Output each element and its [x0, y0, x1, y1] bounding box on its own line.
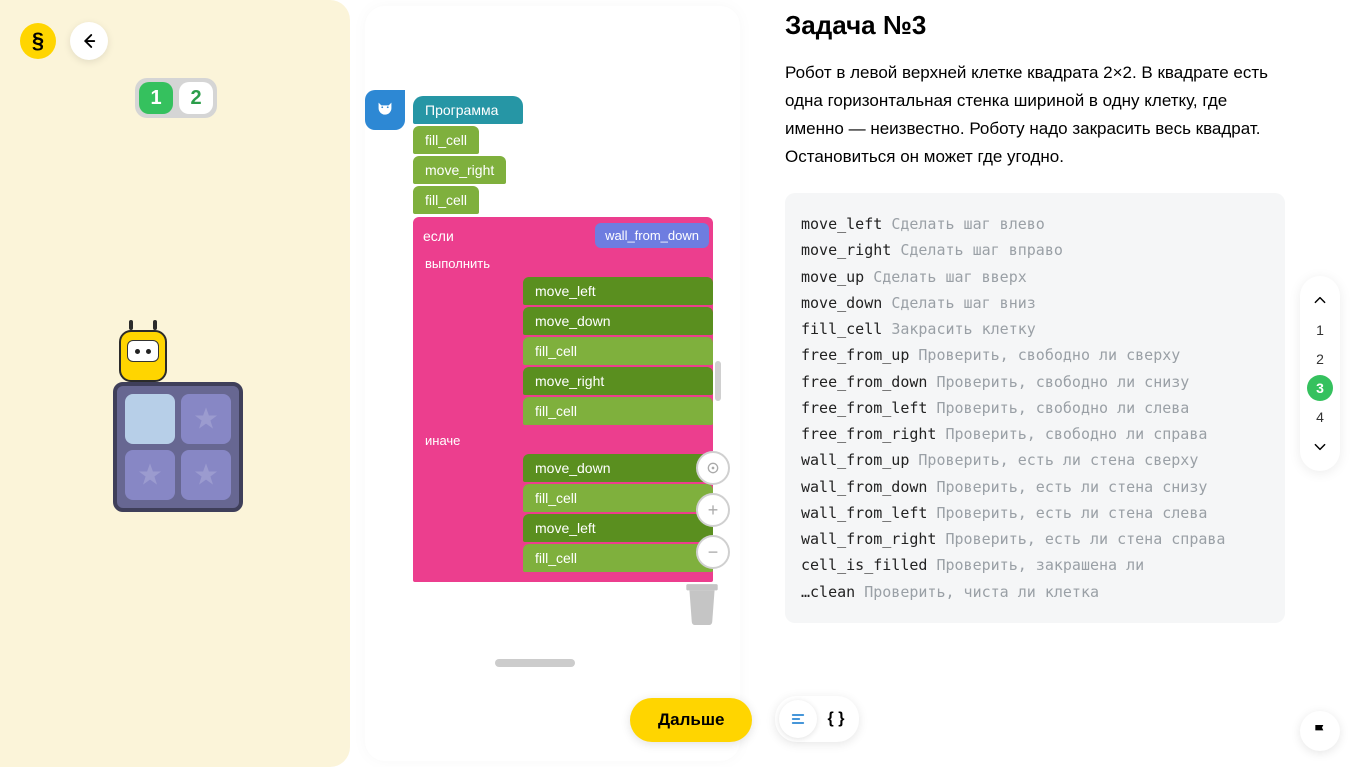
trash-button[interactable] [682, 581, 722, 625]
reference-line: wall_from_down Проверить, есть ли стена … [801, 474, 1269, 500]
code-panel: Программа fill_cellmove_rightfill_cell е… [365, 6, 740, 761]
action-block[interactable]: move_right [523, 367, 713, 395]
reference-line: wall_from_up Проверить, есть ли стена св… [801, 447, 1269, 473]
back-button[interactable] [70, 22, 108, 60]
zoom-in-button[interactable]: + [696, 493, 730, 527]
task-title: Задача №3 [785, 10, 1285, 41]
reference-line: free_from_up Проверить, свободно ли свер… [801, 342, 1269, 368]
step-pill-2[interactable]: 2 [179, 82, 213, 114]
zoom-out-button[interactable]: − [696, 535, 730, 569]
reference-line: free_from_left Проверить, свободно ли сл… [801, 395, 1269, 421]
action-block[interactable]: fill_cell [413, 126, 479, 154]
nav-task-1[interactable]: 1 [1307, 317, 1333, 343]
reference-line: move_left Сделать шаг влево [801, 211, 1269, 237]
action-block[interactable]: move_left [523, 277, 713, 305]
reference-line: …clean Проверить, чиста ли клетка [801, 579, 1269, 605]
stage-panel: § 1 2 [0, 0, 350, 767]
reference-line: move_up Сделать шаг вверх [801, 264, 1269, 290]
reference-line: move_down Сделать шаг вниз [801, 290, 1269, 316]
reference-line: free_from_right Проверить, свободно ли с… [801, 421, 1269, 447]
robot-icon [119, 330, 167, 392]
command-reference: move_left Сделать шаг влевоmove_right Сд… [785, 193, 1285, 623]
trash-icon [682, 581, 722, 625]
action-block[interactable]: fill_cell [413, 186, 479, 214]
robot-stage [113, 330, 253, 512]
action-block[interactable]: move_left [523, 514, 713, 542]
if-keyword: если [423, 228, 454, 244]
report-button[interactable] [1300, 711, 1340, 751]
action-block[interactable]: fill_cell [523, 484, 713, 512]
action-block[interactable]: fill_cell [523, 397, 713, 425]
nav-task-3[interactable]: 3 [1307, 375, 1333, 401]
cat-add-icon [374, 99, 396, 121]
nav-up-button[interactable] [1305, 286, 1335, 314]
reference-line: wall_from_right Проверить, есть ли стена… [801, 526, 1269, 552]
reference-line: fill_cell Закрасить клетку [801, 316, 1269, 342]
else-keyword: иначе [413, 431, 713, 454]
blocks-workspace[interactable]: Программа fill_cellmove_rightfill_cell е… [413, 96, 723, 582]
program-start-block[interactable]: Программа [413, 96, 523, 124]
then-keyword: выполнить [413, 254, 713, 277]
chevron-up-icon [1313, 293, 1327, 307]
task-nav: 1 2 3 4 [1300, 276, 1340, 471]
reference-line: move_right Сделать шаг вправо [801, 237, 1269, 263]
grid-cell [181, 394, 231, 444]
nav-task-4[interactable]: 4 [1307, 404, 1333, 430]
grid-cell [181, 450, 231, 500]
arrow-left-icon [80, 32, 98, 50]
grid-cell [125, 394, 175, 444]
reference-line: free_from_down Проверить, свободно ли сн… [801, 369, 1269, 395]
action-block[interactable]: fill_cell [523, 544, 713, 572]
action-block[interactable]: fill_cell [523, 337, 713, 365]
grid-cell [125, 450, 175, 500]
if-block[interactable]: если wall_from_down выполнить move_leftm… [413, 217, 713, 582]
task-description: Робот в левой верхней клетке квадрата 2×… [785, 59, 1285, 171]
grid-board [113, 382, 243, 512]
nav-down-button[interactable] [1305, 433, 1335, 461]
add-block-button[interactable] [365, 90, 405, 130]
chevron-down-icon [1313, 440, 1327, 454]
horizontal-scrollbar[interactable] [495, 659, 575, 667]
action-block[interactable]: move_down [523, 454, 713, 482]
step-pill-1[interactable]: 1 [139, 82, 173, 114]
nav-task-2[interactable]: 2 [1307, 346, 1333, 372]
reference-line: wall_from_left Проверить, есть ли стена … [801, 500, 1269, 526]
next-button[interactable]: Дальше [630, 698, 752, 742]
task-panel: Задача №3 Робот в левой верхней клетке к… [785, 10, 1285, 755]
action-block[interactable]: move_down [523, 307, 713, 335]
condition-slot[interactable]: wall_from_down [595, 223, 709, 248]
action-block[interactable]: move_right [413, 156, 506, 184]
step-pills: 1 2 [135, 78, 217, 118]
target-icon [705, 460, 721, 476]
logo-icon[interactable]: § [20, 23, 56, 59]
reference-line: cell_is_filled Проверить, закрашена ли [801, 552, 1269, 578]
vertical-scrollbar[interactable] [715, 361, 721, 401]
flag-icon [1312, 723, 1328, 739]
recenter-button[interactable] [696, 451, 730, 485]
